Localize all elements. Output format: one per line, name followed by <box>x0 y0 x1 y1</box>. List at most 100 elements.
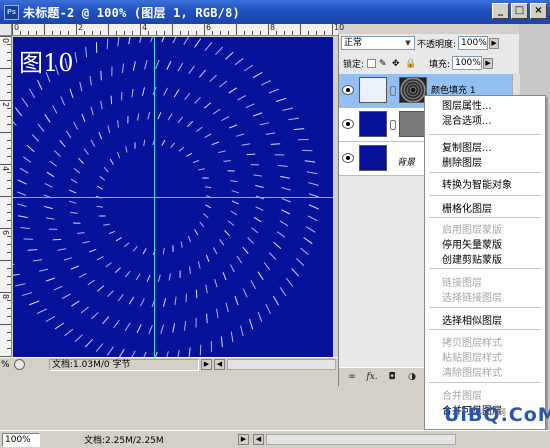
radial-dash <box>234 295 239 306</box>
context-menu-item[interactable]: 栅格化图层 <box>425 202 545 217</box>
ruler-tick <box>324 31 325 35</box>
radial-dash <box>103 166 109 173</box>
fx-icon[interactable]: fx. <box>365 371 379 383</box>
layer-name[interactable]: 背景 <box>397 155 415 168</box>
app-horizontal-scrollbar[interactable] <box>266 434 456 445</box>
radial-dash <box>265 303 271 315</box>
radial-dash <box>78 157 84 164</box>
radial-dash <box>303 237 313 245</box>
ruler-tick <box>0 260 11 261</box>
radial-dash <box>52 238 62 241</box>
radial-dash <box>281 209 291 215</box>
document-horizontal-scrollbar[interactable] <box>227 359 336 370</box>
context-menu-item[interactable]: 删除图层 <box>425 156 545 171</box>
lock-brush-icon[interactable]: ✎ <box>379 59 389 69</box>
ruler-tick <box>7 172 11 173</box>
context-menu-item[interactable]: 停用矢量蒙版 <box>425 238 545 253</box>
radial-dash <box>178 146 185 152</box>
opacity-input[interactable]: 100% <box>458 36 489 50</box>
ruler-tick <box>308 31 309 35</box>
radial-dash <box>74 334 83 343</box>
context-menu-item[interactable]: 混合选项... <box>425 114 545 129</box>
context-menu-item[interactable]: 图层属性... <box>425 99 545 114</box>
adjustment-layer-icon[interactable]: ◑ <box>405 371 419 383</box>
radial-dash <box>114 267 121 273</box>
visibility-eye-icon[interactable] <box>342 85 354 95</box>
context-menu-item[interactable]: 选择相似图层 <box>425 314 545 329</box>
fill-input[interactable]: 100% <box>452 56 483 70</box>
background-thumbnail[interactable] <box>359 145 387 171</box>
scroll-left-icon[interactable]: ◀ <box>253 434 264 445</box>
radial-dash <box>222 272 227 281</box>
radial-dash <box>242 246 249 255</box>
context-menu-item: 拷贝图层样式 <box>442 338 502 349</box>
radial-dash <box>221 116 230 122</box>
radial-dash <box>204 186 212 189</box>
document-vertical-scrollbar[interactable] <box>333 37 337 357</box>
context-menu-item: 启用图层蒙版 <box>442 225 502 236</box>
lock-transparent-icon[interactable] <box>367 58 377 68</box>
ruler-tick <box>7 60 11 61</box>
fill-slider-arrow-icon[interactable]: ▶ <box>483 57 494 69</box>
radial-dash <box>268 88 279 94</box>
radial-dash <box>187 235 192 243</box>
radial-dash <box>225 51 234 60</box>
minimize-button[interactable]: _ <box>492 3 509 19</box>
radial-dash <box>107 125 111 133</box>
scroll-left-icon[interactable]: ◀ <box>214 359 225 370</box>
radial-dash <box>115 237 122 242</box>
radial-dash <box>96 285 105 292</box>
radial-dash <box>273 241 282 249</box>
ruler-vertical[interactable]: 0246810 <box>0 36 12 368</box>
mask-link-chain-icon[interactable] <box>390 120 396 130</box>
lock-label: 锁定: <box>343 59 365 70</box>
doc-zoom-field[interactable]: % <box>0 360 12 370</box>
add-mask-icon[interactable]: ◘ <box>385 371 399 383</box>
close-button[interactable]: × <box>530 3 547 19</box>
visibility-eye-icon[interactable] <box>342 153 354 163</box>
ruler-horizontal[interactable]: 0 2 4 6 8 10 <box>12 23 344 36</box>
layer-thumbnail[interactable] <box>359 111 387 137</box>
ruler-tick <box>0 164 11 165</box>
mask-thumbnail[interactable] <box>399 77 427 103</box>
status-menu-arrow-icon[interactable]: ▶ <box>238 434 249 445</box>
radial-dash <box>242 288 248 298</box>
radial-dash <box>172 323 176 333</box>
blend-mode-select[interactable]: 正常 ▼ <box>341 36 415 50</box>
fill-thumbnail[interactable] <box>359 77 387 103</box>
radial-dash <box>202 213 209 219</box>
radial-dash <box>205 254 210 262</box>
opacity-slider-arrow-icon[interactable]: ▶ <box>489 37 500 49</box>
radial-dash <box>82 240 90 244</box>
radial-dash <box>124 322 131 332</box>
status-info-icon[interactable] <box>14 359 25 370</box>
ruler-tick <box>44 23 45 35</box>
radial-dash <box>105 262 112 268</box>
radial-dash <box>272 295 280 306</box>
radial-dash <box>118 348 125 357</box>
maximize-button[interactable]: □ <box>511 3 528 19</box>
lock-all-icon[interactable]: 🔒 <box>405 59 416 69</box>
context-menu-item[interactable]: 创建剪贴蒙版 <box>425 253 545 268</box>
context-menu-item[interactable]: 转换为智能对象 <box>425 178 545 193</box>
radial-dash <box>246 153 256 156</box>
mask-link-chain-icon[interactable] <box>390 86 396 96</box>
visibility-eye-icon[interactable] <box>342 119 354 129</box>
vector-mask-thumbnail[interactable] <box>399 111 427 137</box>
radial-dash <box>125 270 131 278</box>
lock-move-icon[interactable]: ✥ <box>392 59 402 69</box>
context-menu-item[interactable]: 复制图层... <box>425 141 545 156</box>
radial-dash <box>117 120 119 128</box>
guide-horizontal[interactable] <box>13 197 333 198</box>
document-canvas[interactable]: 图10 <box>13 37 333 357</box>
radial-dash <box>44 114 51 123</box>
radial-dash <box>184 321 187 331</box>
ruler-origin[interactable] <box>0 24 12 36</box>
radial-dash <box>180 241 183 248</box>
zoom-field[interactable]: 100% <box>2 432 40 447</box>
photoshop-app-icon: Ps <box>4 4 19 20</box>
status-menu-arrow-icon[interactable]: ▶ <box>201 359 212 370</box>
radial-dash <box>240 325 244 337</box>
link-layers-icon[interactable]: ∞ <box>345 371 359 383</box>
radial-dash <box>168 273 171 281</box>
